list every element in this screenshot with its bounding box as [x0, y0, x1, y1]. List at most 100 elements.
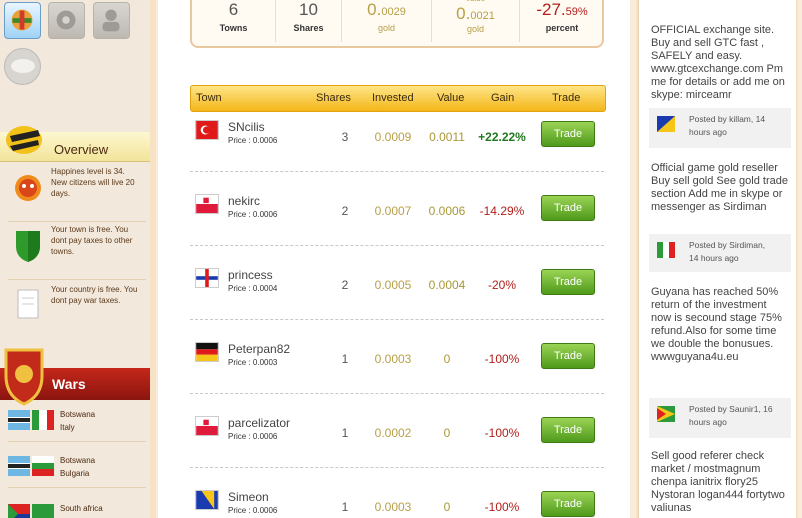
table-row: nekirc Price : 0.0006 2 0.0007 0.0006 -1…	[190, 188, 604, 262]
war-item[interactable]: Botswana Bulgaria	[8, 452, 146, 488]
flag-icon	[657, 116, 675, 132]
col-trade: Trade	[552, 92, 581, 104]
stat-towns-label: Towns	[219, 23, 248, 33]
invested-cell: 0.0005	[374, 278, 412, 292]
gain-cell: -14.29%	[479, 204, 525, 218]
shout-message: Sell good referer check market / mostmag…	[651, 450, 785, 514]
town-name[interactable]: SNcilis	[228, 120, 265, 134]
stat-gold-invested: 0.0029 gold	[342, 0, 432, 42]
stat-shares: 10 Shares	[276, 0, 342, 42]
war-item[interactable]: Botswana Italy	[8, 406, 146, 442]
row-divider	[190, 245, 604, 246]
invested-cell: 0.0007	[374, 204, 412, 218]
italy-flag-icon	[32, 410, 54, 430]
stat-percent-label: percent	[545, 23, 579, 33]
shares-cell: 2	[341, 278, 349, 292]
overview-item-text: Your country is free. You dont pay war t…	[51, 285, 138, 305]
build-icon	[11, 9, 33, 31]
gain-cell: -100%	[484, 426, 520, 440]
shout-time: hours ago	[689, 417, 727, 427]
war-item[interactable]: South africa	[8, 500, 146, 518]
shout-meta: Posted by killam, 14 hours ago	[649, 108, 791, 148]
war-country-b: Italy	[60, 423, 75, 432]
document-icon	[17, 289, 39, 319]
trade-button[interactable]: Trade	[541, 417, 595, 443]
left-sidebar: Overview Happines level is 34. New citiz…	[0, 0, 158, 518]
poland-flag-icon	[195, 194, 219, 214]
wars-title: Wars	[52, 376, 86, 392]
overview-title: Overview	[54, 142, 109, 157]
shout-author[interactable]: Posted by Sirdiman,	[689, 240, 765, 250]
trade-button[interactable]: Trade	[541, 491, 595, 517]
table-row: parcelizator Price : 0.0006 1 0.0002 0 -…	[190, 410, 604, 484]
stat-towns: 6 Towns	[192, 0, 276, 42]
antilles-flag-icon	[195, 268, 219, 288]
value-cell: 0.0011	[429, 130, 465, 144]
germany-flag-icon	[195, 342, 219, 362]
town-name[interactable]: parcelizator	[228, 416, 290, 430]
trade-button[interactable]: Trade	[541, 121, 595, 147]
value-cell: 0	[443, 352, 451, 366]
trade-button[interactable]: Trade	[541, 343, 595, 369]
people-icon	[102, 9, 120, 32]
shout-meta: Posted by Saunir1, 16 hours ago	[649, 398, 791, 438]
trade-button[interactable]: Trade	[541, 269, 595, 295]
bee-icon	[6, 126, 42, 154]
bosnia-flag-icon	[195, 490, 219, 510]
speech-bubble-icon	[11, 59, 35, 73]
overview-item-text: Happines level is 34. New citizens will …	[51, 167, 135, 198]
war-country-b: Bulgaria	[60, 469, 90, 478]
town-name[interactable]: princess	[228, 268, 273, 282]
value-cell: 0	[443, 426, 451, 440]
table-row: SNcilis Price : 0.0006 3 0.0009 0.0011 +…	[190, 114, 604, 188]
trade-button[interactable]: Trade	[541, 195, 595, 221]
town-name[interactable]: nekirc	[228, 194, 260, 208]
guyana-flag-icon	[657, 406, 675, 422]
stat-shares-value: 10	[299, 0, 318, 19]
shout-author[interactable]: Posted by killam, 14	[689, 114, 765, 124]
stat-gold-value-amount: 0.0021	[456, 4, 495, 23]
table-row: Peterpan82 Price : 0.0003 1 0.0003 0 -10…	[190, 336, 604, 410]
town-name[interactable]: Simeon	[228, 490, 269, 504]
flag-icon	[32, 504, 54, 518]
table-row: princess Price : 0.0004 2 0.0005 0.0004 …	[190, 262, 604, 336]
town-price: Price : 0.0006	[228, 432, 278, 441]
build-tool-button[interactable]	[4, 2, 41, 39]
gain-cell: -100%	[484, 500, 520, 514]
shout-message: Guyana has reached 50% return of the inv…	[651, 286, 782, 363]
stat-gold-value: value 0.0021 gold	[432, 0, 520, 42]
gear-icon	[56, 10, 76, 30]
stat-percent-value: -27.59%	[536, 0, 588, 19]
shares-table-header: Town Shares Invested Value Gain Trade	[190, 85, 606, 112]
shares-cell: 3	[341, 130, 349, 144]
town-name[interactable]: Peterpan82	[228, 342, 290, 356]
row-divider	[190, 393, 604, 394]
stat-gold-label: gold	[377, 23, 395, 33]
invested-cell: 0.0002	[374, 426, 412, 440]
row-divider	[190, 319, 604, 320]
war-shield-icon	[4, 348, 44, 406]
message-tool-button[interactable]	[4, 48, 41, 85]
col-invested: Invested	[372, 92, 414, 104]
people-tool-button[interactable]	[93, 2, 130, 39]
settings-tool-button[interactable]	[48, 2, 85, 39]
row-divider	[190, 467, 604, 468]
shout-message: Official game gold reseller Buy sell gol…	[651, 162, 788, 213]
shout-message: OFFICIAL exchange site. Buy and sell GTC…	[651, 24, 785, 101]
portfolio-stats: 6 Towns 10 Shares 0.0029 gold value 0.00…	[190, 0, 604, 48]
stat-percent: -27.59% percent	[520, 0, 604, 42]
turkey-flag-icon	[195, 120, 219, 140]
poland-flag-icon	[195, 416, 219, 436]
overview-item-town-tax: Your town is free. You dont pay taxes to…	[8, 222, 146, 280]
overview-item-war-tax: Your country is free. You dont pay war t…	[8, 282, 146, 340]
stat-shares-label: Shares	[293, 23, 324, 33]
stat-gold-value-label: gold	[466, 24, 484, 34]
shout-time: 14 hours ago	[689, 253, 739, 263]
right-sidebar: OFFICIAL exchange site. Buy and sell GTC…	[630, 0, 802, 518]
col-town: Town	[196, 92, 222, 104]
stat-value-caption: value	[432, 0, 519, 3]
shout-author[interactable]: Posted by Saunir1, 16	[689, 404, 773, 414]
town-price: Price : 0.0003	[228, 358, 278, 367]
war-country-a: Botswana	[60, 410, 96, 419]
stat-towns-value: 6	[228, 0, 239, 19]
